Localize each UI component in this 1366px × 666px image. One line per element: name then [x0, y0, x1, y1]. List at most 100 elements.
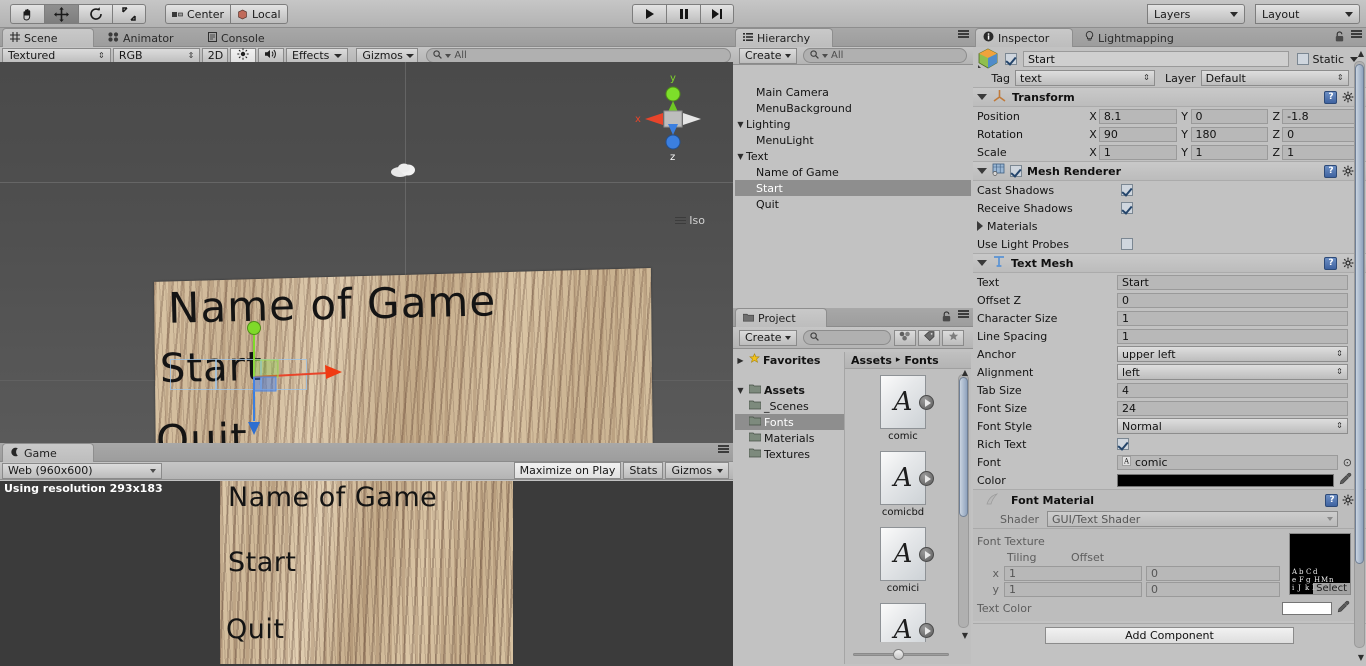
lock-icon[interactable] [1335, 31, 1344, 45]
materials-row[interactable]: Materials [973, 217, 1366, 235]
breadcrumb[interactable]: Assets ▸ Fonts [845, 352, 971, 369]
game-viewport[interactable]: Name of Game Start Quit [0, 481, 733, 666]
scale-x-field[interactable]: 1 [1099, 145, 1177, 160]
rich-text-checkbox[interactable] [1117, 438, 1129, 450]
hierarchy-search-input[interactable]: All [803, 48, 967, 63]
hierarchy-item[interactable]: Quit [735, 196, 971, 212]
rotate-tool-button[interactable] [78, 4, 112, 24]
asset-item[interactable]: A [873, 603, 933, 642]
tab-game[interactable]: Game [2, 443, 94, 462]
tab-project[interactable]: Project [735, 308, 827, 327]
transform-fields[interactable]: PositionX8.1Y0Z-1.8RotationX90Y180Z0Scal… [973, 107, 1366, 161]
hand-tool-button[interactable] [10, 4, 44, 24]
hierarchy-tree[interactable]: Main CameraMenuBackground▼LightingMenuLi… [735, 84, 971, 304]
game-panel-menu-icon[interactable] [718, 445, 729, 453]
asset-items[interactable]: Acomic Acomicbd Acomici A [845, 369, 971, 642]
project-scrollbar-thumb[interactable] [959, 377, 968, 517]
project-asset-grid[interactable]: Assets ▸ Fonts AcomicAcomicbdAcomiciA ▲ … [845, 352, 971, 664]
transform-component-header[interactable]: Transform ? ▾ [973, 87, 1366, 107]
tab-scene[interactable]: Scene [2, 28, 94, 47]
breadcrumb-assets[interactable]: Assets [851, 354, 892, 367]
filter-by-label-button[interactable] [918, 330, 940, 346]
position-y-field[interactable]: 0 [1191, 109, 1269, 124]
layout-dropdown[interactable]: Layout [1255, 4, 1360, 24]
tab-console[interactable]: Console [200, 28, 286, 47]
rotation-z-field[interactable]: 0 [1282, 127, 1360, 142]
line-spacing-field[interactable]: 1 [1117, 329, 1348, 344]
scale-z-field[interactable]: 1 [1282, 145, 1360, 160]
font-material-header[interactable]: Font Material ? ▾ [973, 490, 1366, 510]
scale-tool-button[interactable] [112, 4, 146, 24]
project-folder-list[interactable]: _ScenesFontsMaterialsTextures [735, 398, 844, 462]
project-folder-item[interactable]: Fonts [735, 414, 844, 430]
hierarchy-item[interactable]: ▼Text [735, 148, 971, 164]
help-icon[interactable]: ? [1325, 494, 1338, 507]
tag-dropdown[interactable]: text ⇕ [1015, 70, 1155, 86]
breadcrumb-fonts[interactable]: Fonts [904, 354, 938, 367]
asset-zoom-slider[interactable] [853, 648, 949, 660]
foldout-icon[interactable] [977, 260, 987, 266]
rotation-x-field[interactable]: 90 [1099, 127, 1177, 142]
asset-item[interactable]: Acomici [873, 527, 933, 594]
hierarchy-item[interactable]: Name of Game [735, 164, 971, 180]
lock-icon[interactable] [942, 311, 951, 325]
offset-y-field[interactable]: 0 [1146, 582, 1280, 597]
maximize-on-play-button[interactable]: Maximize on Play [514, 462, 622, 479]
scene-projection-toggle[interactable]: Iso [675, 214, 705, 227]
scroll-up-arrow-icon[interactable]: ▲ [1358, 49, 1364, 58]
text-color-swatch[interactable] [1282, 602, 1332, 615]
text-color-swatch[interactable] [1117, 474, 1334, 487]
shader-dropdown[interactable]: GUI/Text Shader [1047, 511, 1338, 527]
project-search-input[interactable] [803, 330, 891, 345]
mesh-renderer-enabled-checkbox[interactable] [1010, 165, 1022, 177]
asset-item[interactable]: Acomic [873, 375, 933, 442]
help-icon[interactable]: ? [1324, 91, 1337, 104]
tiling-x-field[interactable]: 1 [1004, 566, 1142, 581]
hierarchy-item[interactable]: MenuLight [735, 132, 971, 148]
tiling-y-field[interactable]: 1 [1004, 582, 1142, 597]
scroll-down-arrow-icon[interactable]: ▼ [962, 631, 968, 640]
scene-view-axis-gizmo[interactable]: y x z [631, 70, 711, 165]
scene-search-input[interactable]: All [426, 48, 731, 63]
cast-shadows-checkbox[interactable] [1121, 184, 1133, 196]
object-enabled-checkbox[interactable] [1005, 53, 1017, 65]
project-folder-item[interactable]: Materials [735, 430, 844, 446]
font-object-field[interactable]: Acomic [1117, 455, 1338, 470]
object-name-field[interactable]: Start [1023, 51, 1289, 67]
project-favorites-row[interactable]: ▶ Favorites [735, 352, 844, 368]
scale-y-field[interactable]: 1 [1191, 145, 1269, 160]
pivot-rotation-button[interactable]: Local [230, 4, 288, 24]
font-size-field[interactable]: 24 [1117, 401, 1348, 416]
help-icon[interactable]: ? [1324, 257, 1337, 270]
eyedropper-icon[interactable] [1339, 472, 1352, 488]
project-panel-menu-icon[interactable] [958, 310, 969, 318]
font-style-dropdown[interactable]: Normal⇕ [1117, 418, 1348, 434]
alignment-dropdown[interactable]: left⇕ [1117, 364, 1348, 380]
move-gizmo[interactable] [232, 317, 362, 443]
asset-item[interactable]: Acomicbd [873, 451, 933, 518]
aspect-ratio-dropdown[interactable]: Web (960x600) [2, 463, 162, 479]
text-mesh-fields[interactable]: TextStartOffset Z0Character Size1Line Sp… [973, 273, 1366, 489]
foldout-icon[interactable] [977, 94, 987, 100]
position-z-field[interactable]: -1.8 [1282, 109, 1360, 124]
tab-animator[interactable]: Animator [100, 28, 190, 47]
hierarchy-item[interactable]: ▼Lighting [735, 116, 971, 132]
inspector-scrollbar-thumb[interactable] [1355, 64, 1364, 564]
scroll-up-arrow-icon[interactable]: ▲ [962, 368, 968, 377]
filter-by-type-button[interactable] [894, 330, 916, 346]
tab-hierarchy[interactable]: Hierarchy [735, 28, 833, 47]
stats-button[interactable]: Stats [623, 462, 663, 479]
chevron-down-icon[interactable]: ▼ [735, 152, 746, 161]
game-gizmos-dropdown[interactable]: Gizmos [665, 462, 729, 479]
move-tool-button[interactable] [44, 4, 78, 24]
text-mesh-component-header[interactable]: Text Mesh ? ▾ [973, 253, 1366, 273]
position-x-field[interactable]: 8.1 [1099, 109, 1177, 124]
rotation-y-field[interactable]: 180 [1191, 127, 1269, 142]
tab-inspector[interactable]: Inspector [975, 28, 1073, 47]
project-assets-row[interactable]: ▼ Assets [735, 382, 844, 398]
scene-view-viewport[interactable]: Name of Game Start Quit [0, 62, 733, 443]
layer-dropdown[interactable]: Default ⇕ [1201, 70, 1349, 86]
object-picker-icon[interactable]: ⊙ [1343, 456, 1352, 469]
offset-z-field[interactable]: 0 [1117, 293, 1348, 308]
favorites-filter-button[interactable] [942, 330, 964, 346]
